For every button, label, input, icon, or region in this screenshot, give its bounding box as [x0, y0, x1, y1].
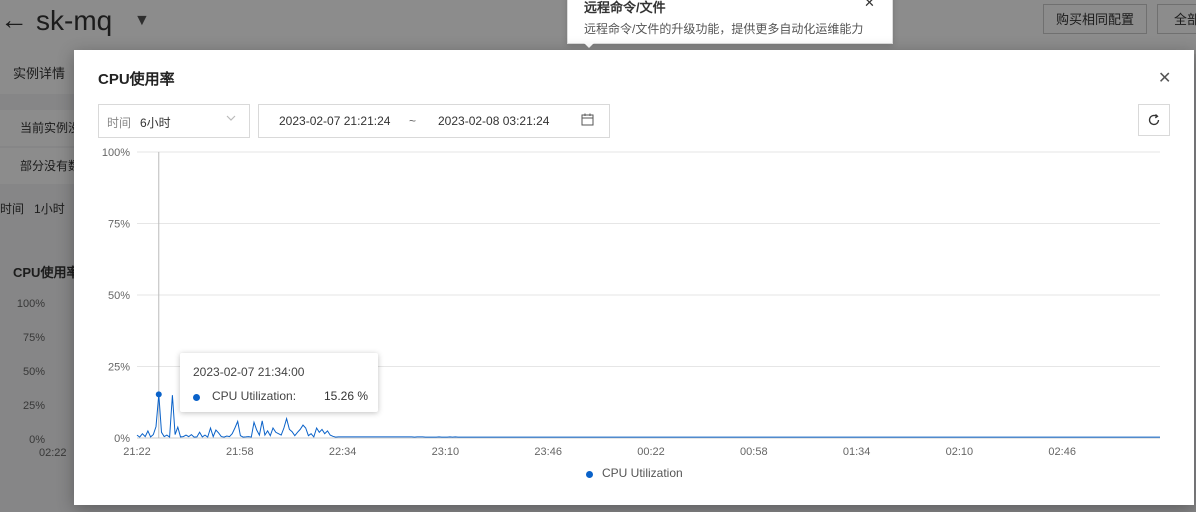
x-tick-label: 00:22 — [637, 446, 665, 458]
y-tick-label: 0% — [114, 433, 130, 445]
x-tick-label: 21:22 — [123, 446, 151, 458]
popover-arrow — [583, 42, 595, 48]
tooltip-value: 15.26 % — [324, 389, 369, 403]
tooltip-series-name: CPU Utilization: — [212, 389, 297, 403]
x-tick-label: 02:10 — [946, 446, 974, 458]
close-icon[interactable]: ✕ — [864, 0, 875, 11]
x-tick-label: 22:34 — [329, 446, 357, 458]
popover-description: 远程命令/文件的升级功能，提供更多自动化运维能力 — [584, 22, 864, 36]
x-tick-label: 21:58 — [226, 446, 254, 458]
x-tick-label: 23:10 — [432, 446, 460, 458]
hover-point — [155, 391, 162, 398]
chart-tooltip: 2023-02-07 21:34:00 CPU Utilization: 15.… — [180, 353, 378, 412]
tooltip-time: 2023-02-07 21:34:00 — [193, 365, 305, 379]
notice-popover: 远程命令/文件 远程命令/文件的升级功能，提供更多自动化运维能力 ✕ — [567, 0, 893, 44]
y-tick-label: 100% — [102, 147, 130, 159]
x-tick-label: 23:46 — [534, 446, 562, 458]
tooltip-series-dot — [193, 394, 200, 401]
y-tick-label: 50% — [108, 290, 130, 302]
y-tick-label: 25% — [108, 362, 130, 374]
cpu-line-chart: 0% 25% 50% 75% 100% 21:22 21:58 22:34 23:10 23:4… — [102, 147, 1160, 458]
x-tick-label: 01:34 — [843, 446, 871, 458]
x-tick-label: 00:58 — [740, 446, 768, 458]
x-tick-label: 02:46 — [1048, 446, 1076, 458]
popover-title: 远程命令/文件 — [584, 0, 666, 15]
legend-label: CPU Utilization — [602, 466, 683, 480]
cpu-usage-modal: CPU使用率 ✕ 时间 6小时 2023-02-07 21:21:24 ~ 20… — [74, 50, 1194, 505]
legend-dot — [586, 471, 593, 478]
y-tick-label: 75% — [108, 219, 130, 231]
